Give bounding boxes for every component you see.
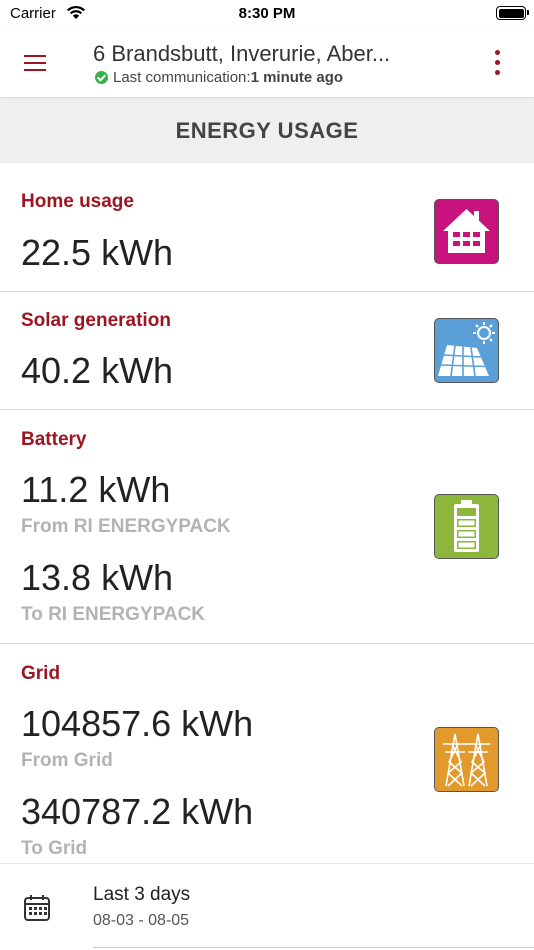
- home-usage-value: 22.5 kWh: [21, 232, 174, 273]
- battery-icon: [434, 494, 499, 559]
- online-status-icon: [95, 71, 108, 84]
- more-options-icon[interactable]: [490, 48, 504, 78]
- home-usage-card[interactable]: Home usage 22.5 kWh: [0, 163, 534, 292]
- solar-generation-value: 40.2 kWh: [21, 350, 174, 391]
- battery-card[interactable]: Battery 11.2 kWh From RI ENERGYPACK 13.8…: [0, 410, 534, 644]
- app-header: 6 Brandsbutt, Inverurie, Aber... Last co…: [0, 28, 534, 98]
- grid-to-label: To Grid: [21, 838, 88, 859]
- home-usage-title: Home usage: [21, 191, 134, 212]
- grid-to-value: 340787.2 kWh: [21, 791, 254, 832]
- clock: 8:30 PM: [238, 5, 296, 22]
- solar-panel-icon: [434, 318, 499, 383]
- menu-icon[interactable]: [22, 52, 50, 74]
- last-communication-value: 1 minute ago: [250, 69, 344, 86]
- last-communication: Last communication:1 minute ago: [95, 69, 343, 86]
- date-range-selector[interactable]: Last 3 days 08-03 - 08-05: [0, 863, 534, 950]
- status-bar: Carrier 8:30 PM: [0, 0, 534, 28]
- battery-from-label: From RI ENERGYPACK: [21, 516, 231, 537]
- solar-generation-card[interactable]: Solar generation 40.2 kWh: [0, 292, 534, 410]
- solar-generation-title: Solar generation: [21, 310, 171, 331]
- battery-title: Battery: [21, 429, 87, 450]
- date-range-value: 08-03 - 08-05: [93, 912, 190, 929]
- date-range-label[interactable]: Last 3 days: [93, 884, 190, 906]
- battery-from-value: 11.2 kWh: [21, 469, 171, 510]
- battery-status-icon: [496, 6, 529, 20]
- divider: [93, 947, 534, 948]
- site-address-title[interactable]: 6 Brandsbutt, Inverurie, Aber...: [93, 41, 443, 67]
- last-communication-label: Last communication:: [113, 69, 251, 86]
- grid-from-label: From Grid: [21, 750, 113, 771]
- battery-to-label: To RI ENERGYPACK: [21, 604, 206, 625]
- grid-title: Grid: [21, 663, 61, 684]
- grid-card[interactable]: Grid 104857.6 kWh From Grid 340787.2 kWh…: [0, 644, 534, 863]
- power-pylon-icon: [434, 727, 499, 792]
- grid-from-value: 104857.6 kWh: [21, 703, 254, 744]
- section-title: ENERGY USAGE: [0, 99, 534, 163]
- battery-to-value: 13.8 kWh: [21, 557, 174, 598]
- home-icon: [434, 199, 499, 264]
- calendar-icon[interactable]: [23, 894, 51, 927]
